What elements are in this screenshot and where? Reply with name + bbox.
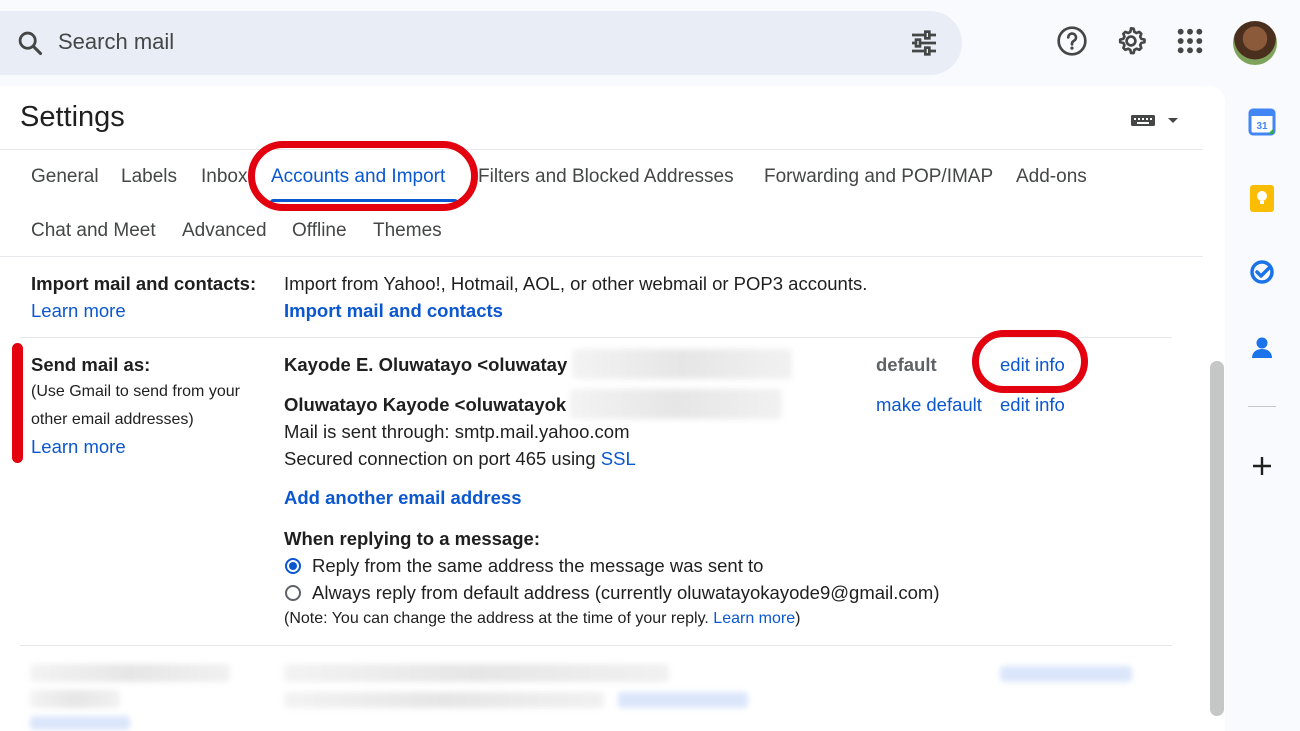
blurred-section-link (618, 692, 748, 708)
reply-default-address-radio[interactable] (285, 585, 301, 601)
account-2-name: Oluwatayo Kayode <oluwatayok (284, 394, 567, 415)
reply-default-address-label[interactable]: Always reply from default address (curre… (312, 582, 939, 604)
keep-icon[interactable] (1240, 176, 1284, 220)
search-icon[interactable] (16, 29, 44, 57)
secured-connection-text: Secured connection on port 465 using (284, 448, 601, 469)
tab-chat-and-meet[interactable]: Chat and Meet (31, 220, 156, 242)
tab-forwarding-and-pop-imap[interactable]: Forwarding and POP/IMAP (764, 166, 993, 188)
send-mail-as-help-line2: other email addresses) (31, 411, 194, 428)
plus-icon[interactable] (1240, 444, 1284, 488)
filter-options-icon[interactable] (908, 27, 940, 59)
account-avatar[interactable] (1233, 21, 1277, 65)
help-icon[interactable] (1056, 25, 1088, 57)
reply-same-address-label[interactable]: Reply from the same address the message … (312, 555, 763, 577)
blurred-section-label (30, 664, 230, 682)
reply-note-learn-more-link[interactable]: Learn more (713, 610, 795, 627)
reply-same-address-radio[interactable] (285, 558, 301, 574)
redacted-email-1 (572, 349, 792, 379)
search-bar[interactable]: Search mail (0, 11, 962, 75)
blurred-section-label-2 (30, 690, 120, 708)
sidebar-divider (1248, 406, 1276, 407)
account-2-make-default-link[interactable]: make default (876, 394, 982, 416)
search-input[interactable]: Search mail (58, 29, 174, 55)
account-2-secured-connection: Secured connection on port 465 using SSL (284, 448, 636, 470)
tab-add-ons[interactable]: Add-ons (1016, 166, 1087, 188)
tab-filters-and-blocked-addresses[interactable]: Filters and Blocked Addresses (478, 166, 734, 188)
redacted-email-2 (570, 389, 782, 419)
annotation-tab-highlight (248, 141, 478, 211)
reply-note-close: ) (795, 610, 801, 627)
annotation-section-marker (12, 343, 23, 463)
blurred-learn-more (30, 716, 130, 730)
apps-grid-icon[interactable] (1174, 25, 1206, 57)
tab-themes[interactable]: Themes (373, 220, 442, 242)
settings-gear-icon[interactable] (1115, 25, 1147, 57)
annotation-edit-info-highlight (972, 330, 1088, 393)
reply-note: (Note: You can change the address at the… (284, 610, 800, 628)
add-another-email-address-link[interactable]: Add another email address (284, 487, 521, 509)
account-1-name: Kayode E. Oluwatayo <oluwatay (284, 354, 568, 375)
contacts-icon[interactable] (1240, 325, 1284, 369)
tab-offline[interactable]: Offline (292, 220, 347, 242)
tasks-icon[interactable] (1240, 250, 1284, 294)
settings-panel: Settings General Labels Inbox Accounts a… (0, 86, 1225, 731)
import-mail-and-contacts-link[interactable]: Import mail and contacts (284, 300, 503, 322)
send-mail-as-help-line1: (Use Gmail to send from your (31, 383, 240, 400)
tab-general[interactable]: General (31, 166, 99, 188)
calendar-icon[interactable]: 31 (1240, 100, 1284, 144)
import-label: Import mail and contacts: (31, 273, 257, 294)
account-1-default-label: default (876, 354, 937, 375)
scrollbar-thumb[interactable] (1210, 361, 1224, 716)
import-learn-more-link[interactable]: Learn more (31, 300, 126, 322)
page-title: Settings (20, 101, 125, 133)
send-mail-as-label: Send mail as: (31, 354, 151, 375)
import-description: Import from Yahoo!, Hotmail, AOL, or oth… (284, 273, 868, 294)
tab-advanced[interactable]: Advanced (182, 220, 267, 242)
reply-heading: When replying to a message: (284, 528, 540, 549)
account-2-edit-info-link[interactable]: edit info (1000, 394, 1065, 416)
reply-note-text: (Note: You can change the address at the… (284, 610, 714, 627)
blurred-section-actions (1000, 666, 1132, 682)
tab-labels[interactable]: Labels (121, 166, 177, 188)
send-mail-as-learn-more-link[interactable]: Learn more (31, 436, 126, 458)
ssl-link[interactable]: SSL (601, 448, 636, 469)
tab-inbox[interactable]: Inbox (201, 166, 247, 188)
account-2-sent-through: Mail is sent through: smtp.mail.yahoo.co… (284, 421, 630, 442)
blurred-section-text (284, 664, 669, 682)
keyboard-icon[interactable] (1130, 111, 1178, 129)
svg-text:31: 31 (1256, 121, 1268, 132)
blurred-section-text-2 (284, 692, 604, 708)
